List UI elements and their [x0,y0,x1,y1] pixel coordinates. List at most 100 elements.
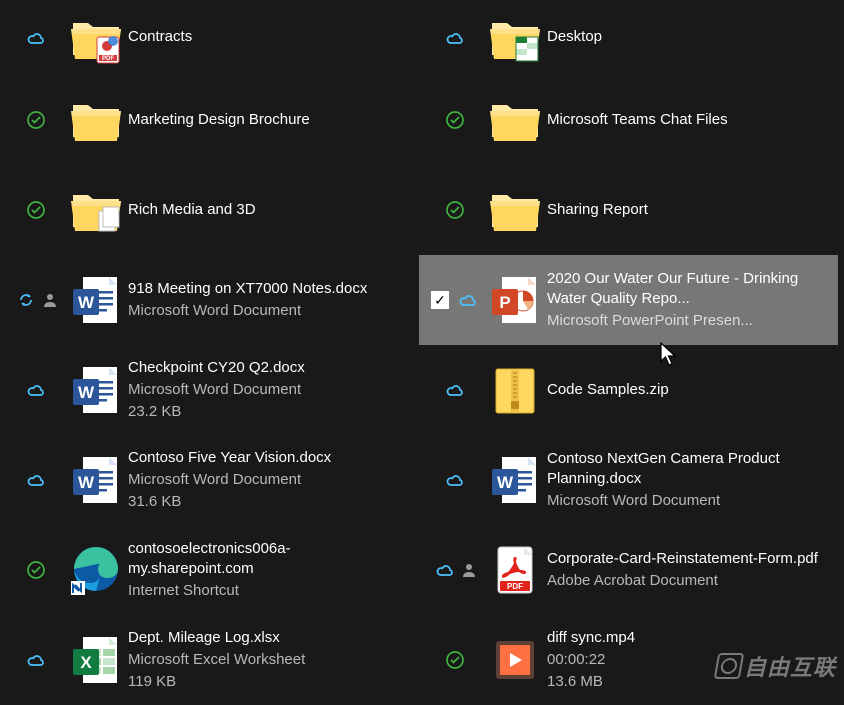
edge-shortcut-icon [69,543,123,597]
file-text-column: 918 Meeting on XT7000 Notes.docxMicrosof… [128,279,419,322]
file-item[interactable]: ✓ 2020 Our Water Our Future - Drinking Wa… [419,255,838,345]
file-icon-column [64,453,128,507]
status-column [8,289,64,311]
file-item[interactable]: Corporate-Card-Reinstatement-Form.pdfAdo… [419,525,838,615]
file-type: Microsoft Word Document [547,491,828,511]
file-type: Microsoft PowerPoint Presen... [547,311,828,331]
file-type: Microsoft Word Document [128,301,409,321]
folder-icon [488,93,542,147]
status-column [427,379,483,401]
file-icon-column [483,93,547,147]
file-text-column: Checkpoint CY20 Q2.docxMicrosoft Word Do… [128,358,419,423]
file-icon-column [64,363,128,417]
pdf-icon [488,543,542,597]
cloud-status-icon [444,469,466,491]
excel-icon [69,633,123,687]
status-column [8,27,64,49]
word-icon [69,363,123,417]
word-icon [69,273,123,327]
selection-checkbox[interactable]: ✓ [431,291,449,309]
status-column: ✓ [427,289,483,311]
file-size: 31.6 KB [128,492,409,512]
shared-person-icon [458,559,476,581]
cloud-status-icon [444,27,466,49]
file-icon-column [483,11,547,65]
file-text-column: Code Samples.zip [547,380,838,400]
file-icon-column [483,363,547,417]
file-icon-column [64,633,128,687]
status-column [427,559,483,581]
file-text-column: Contoso NextGen Camera Product Planning.… [547,449,838,512]
file-item[interactable]: Checkpoint CY20 Q2.docxMicrosoft Word Do… [0,345,419,435]
file-text-column: contosoelectronics006a-my.sharepoint.com… [128,539,419,602]
synced-status-icon [444,649,466,671]
file-item[interactable]: Contoso Five Year Vision.docxMicrosoft W… [0,435,419,525]
file-text-column: Desktop [547,27,838,47]
status-column [8,649,64,671]
file-name: Corporate-Card-Reinstatement-Form.pdf [547,549,828,569]
file-item[interactable]: Marketing Design Brochure [0,75,419,165]
file-icon-column [483,273,547,327]
file-icon-column [64,183,128,237]
file-name: Checkpoint CY20 Q2.docx [128,358,409,378]
file-type: Adobe Acrobat Document [547,571,828,591]
file-item[interactable]: Microsoft Teams Chat Files [419,75,838,165]
folder-excel-icon [488,11,542,65]
status-column [8,199,64,221]
word-icon [488,453,542,507]
file-icon-column [483,543,547,597]
file-type: Internet Shortcut [128,581,409,601]
file-item[interactable]: Contoso NextGen Camera Product Planning.… [419,435,838,525]
file-name: Sharing Report [547,200,828,220]
file-icon-column [64,273,128,327]
file-item[interactable]: Dept. Mileage Log.xlsxMicrosoft Excel Wo… [0,615,419,705]
cloud-status-icon [25,649,47,671]
cloud-status-icon [457,289,479,311]
synced-status-icon [25,109,47,131]
synced-status-icon [25,559,47,581]
powerpoint-icon [488,273,542,327]
file-item[interactable]: Contracts [0,0,419,75]
status-column [8,379,64,401]
file-item[interactable]: Desktop [419,0,838,75]
cloud-status-icon [25,379,47,401]
file-name: 2020 Our Water Our Future - Drinking Wat… [547,269,828,310]
file-icon-column [64,93,128,147]
file-item[interactable]: 918 Meeting on XT7000 Notes.docxMicrosof… [0,255,419,345]
status-column [427,109,483,131]
status-column [427,649,483,671]
status-column [8,109,64,131]
shared-person-icon [39,289,57,311]
file-name: Desktop [547,27,828,47]
file-item[interactable]: Code Samples.zip [419,345,838,435]
status-column [8,559,64,581]
file-icon-column [483,453,547,507]
file-type: Microsoft Word Document [128,470,409,490]
file-icon-column [64,11,128,65]
file-text-column: Sharing Report [547,200,838,220]
status-column [427,27,483,49]
file-size: 119 KB [128,672,409,692]
cloud-status-icon [25,27,47,49]
synced-status-icon [25,199,47,221]
status-column [427,469,483,491]
folder-icon [488,183,542,237]
syncing-status-icon [15,289,35,311]
file-name: contosoelectronics006a-my.sharepoint.com [128,539,409,580]
file-name: Marketing Design Brochure [128,110,409,130]
file-item[interactable]: Sharing Report [419,165,838,255]
file-text-column: Microsoft Teams Chat Files [547,110,838,130]
word-icon [69,453,123,507]
file-name: Contoso NextGen Camera Product Planning.… [547,449,828,490]
file-text-column: Marketing Design Brochure [128,110,419,130]
file-text-column: Contracts [128,27,419,47]
file-item[interactable]: Rich Media and 3D [0,165,419,255]
synced-status-icon [444,109,466,131]
file-item[interactable]: contosoelectronics006a-my.sharepoint.com… [0,525,419,615]
video-icon [488,633,542,687]
synced-status-icon [444,199,466,221]
status-column [8,469,64,491]
folder-multi-icon [69,183,123,237]
file-name: diff sync.mp4 [547,628,828,648]
file-text-column: Rich Media and 3D [128,200,419,220]
